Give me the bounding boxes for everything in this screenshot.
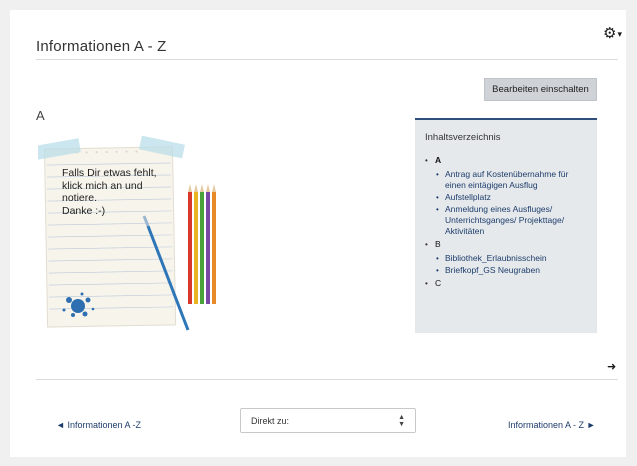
next-activity-label[interactable]: Informationen A - Z bbox=[508, 420, 584, 430]
title-divider bbox=[36, 59, 618, 60]
bottom-divider bbox=[36, 379, 618, 380]
toc-item[interactable]: Anmeldung eines Ausfluges/ Unterrichtsga… bbox=[435, 204, 587, 237]
main-card: ⚙▾ Informationen A - Z A Bearbeiten eins… bbox=[10, 10, 626, 457]
page-title: Informationen A - Z bbox=[36, 38, 167, 55]
next-activity-link[interactable]: Informationen A - Z ► bbox=[508, 420, 595, 430]
toc-letter[interactable]: C bbox=[435, 278, 441, 288]
prev-activity-label[interactable]: Informationen A -Z bbox=[67, 420, 141, 430]
arrow-left-icon: ◄ bbox=[56, 420, 65, 430]
toc-link[interactable]: Anmeldung eines Ausfluges/ Unterrichtsga… bbox=[445, 204, 564, 236]
note-text[interactable]: Falls Dir etwas fehlt, klick mich an und… bbox=[62, 167, 157, 217]
toc-item[interactable]: Antrag auf Kostenübernahme für einen ein… bbox=[435, 169, 587, 191]
edit-mode-button[interactable]: Bearbeiten einschalten bbox=[484, 78, 597, 101]
section-heading: A bbox=[36, 108, 45, 123]
gear-icon[interactable]: ⚙ bbox=[603, 25, 616, 42]
toc-section-c: C bbox=[425, 278, 587, 289]
select-chevron-icon: ▲ ▼ bbox=[398, 413, 405, 428]
pencils-icon bbox=[188, 184, 216, 304]
jump-to-select[interactable]: Direkt zu: ▲ ▼ bbox=[240, 408, 416, 433]
settings-menu[interactable]: ⚙▾ bbox=[603, 24, 622, 42]
toc-letter[interactable]: A bbox=[435, 155, 441, 165]
toc-list: A Antrag auf Kostenübernahme für einen e… bbox=[425, 155, 587, 289]
note-illustration[interactable]: Falls Dir etwas fehlt, klick mich an und… bbox=[35, 134, 223, 332]
arrow-right-icon: ► bbox=[586, 420, 596, 430]
toc-section-b: B Bibliothek_Erlaubnisschein Briefkopf_G… bbox=[425, 239, 587, 276]
toc-section-a: A Antrag auf Kostenübernahme für einen e… bbox=[425, 155, 587, 237]
toc-item[interactable]: Bibliothek_Erlaubnisschein bbox=[435, 253, 587, 264]
prev-activity-link[interactable]: ◄ Informationen A -Z bbox=[56, 420, 141, 430]
toc-item[interactable]: Aufstellplatz bbox=[435, 192, 587, 203]
next-section-arrow-icon[interactable]: ➜ bbox=[607, 360, 616, 373]
toc-link[interactable]: Antrag auf Kostenübernahme für einen ein… bbox=[445, 169, 568, 190]
toc-link[interactable]: Bibliothek_Erlaubnisschein bbox=[445, 253, 547, 263]
caret-down-icon[interactable]: ▾ bbox=[617, 29, 622, 39]
toc-title: Inhaltsverzeichnis bbox=[425, 132, 501, 143]
toc-item[interactable]: Briefkopf_GS Neugraben bbox=[435, 265, 587, 276]
toc-link[interactable]: Aufstellplatz bbox=[445, 192, 491, 202]
note-paper-image bbox=[35, 135, 216, 331]
jump-to-label: Direkt zu: bbox=[251, 415, 290, 426]
toc-letter[interactable]: B bbox=[435, 239, 441, 249]
toc-link[interactable]: Briefkopf_GS Neugraben bbox=[445, 265, 540, 275]
toc-block: Inhaltsverzeichnis A Antrag auf Kostenüb… bbox=[415, 118, 597, 333]
